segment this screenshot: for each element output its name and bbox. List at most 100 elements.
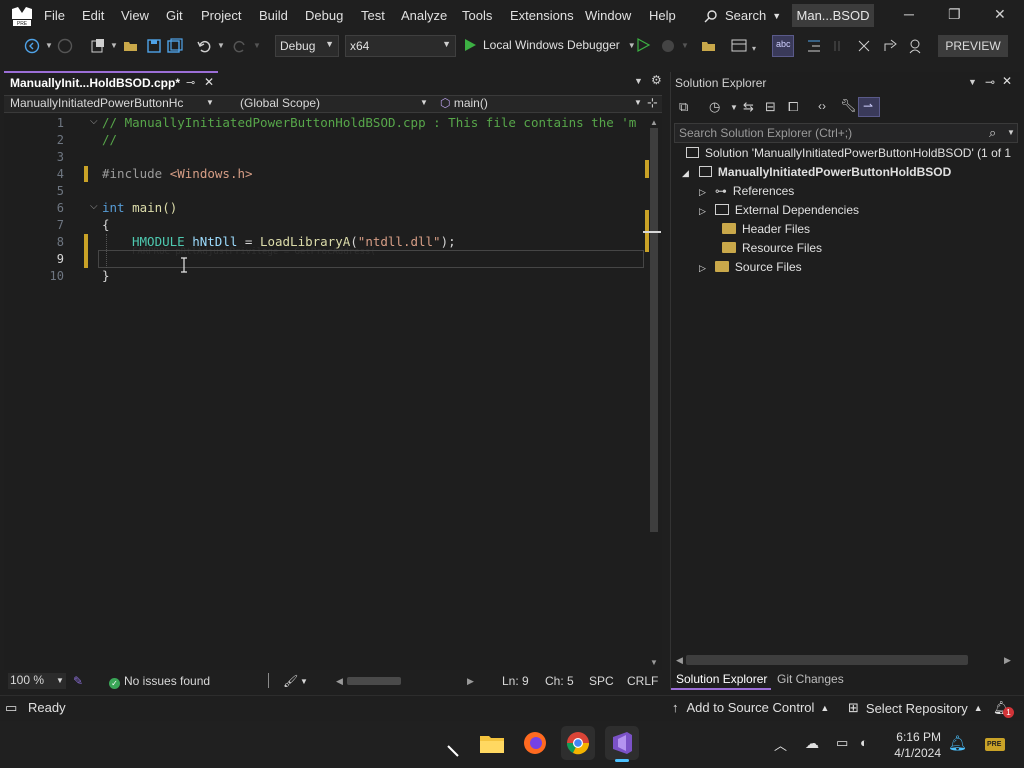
taskbar-date[interactable]: 4/1/2024: [883, 746, 941, 760]
chevron-down-icon[interactable]: ▼: [681, 41, 689, 50]
scroll-up-icon[interactable]: ▲: [650, 118, 658, 127]
tree-resource-files-node[interactable]: Resource Files: [722, 241, 822, 255]
layout-icon[interactable]: [731, 38, 747, 54]
close-tab-icon[interactable]: ✕: [204, 75, 214, 89]
tab-manuallyinitiated-cpp[interactable]: ManuallyInit...HoldBSOD.cpp* ⊸ ✕: [4, 71, 218, 93]
menu-build[interactable]: Build: [259, 8, 288, 23]
cloud-offline-icon[interactable]: ☁: [805, 735, 819, 752]
close-panel-icon[interactable]: ✕: [1002, 74, 1012, 88]
file-explorer-app[interactable]: [478, 729, 506, 757]
zoom-dropdown[interactable]: 100 % ▼: [8, 673, 66, 689]
visual-studio-pre-badge-icon[interactable]: PRE: [985, 738, 1005, 751]
scroll-left-icon[interactable]: ◀: [676, 655, 683, 666]
preview-selected-toggle[interactable]: ⇀: [858, 97, 880, 117]
tree-solution-node[interactable]: Solution 'ManuallyInitiatedPowerButtonHo…: [686, 146, 1011, 160]
open-folder-icon[interactable]: [123, 38, 139, 54]
horizontal-scrollbar-thumb[interactable]: [347, 677, 401, 685]
menu-edit[interactable]: Edit: [82, 8, 104, 23]
sync-icon[interactable]: ⇆: [743, 99, 754, 115]
menu-project[interactable]: Project: [201, 8, 241, 23]
hot-reload-icon[interactable]: [660, 38, 676, 54]
tab-git-changes[interactable]: Git Changes: [777, 672, 844, 686]
output-window-icon[interactable]: ▭: [5, 700, 17, 716]
navigate-forward-icon[interactable]: [57, 38, 73, 54]
notifications-button[interactable]: 🔔︎ 1: [993, 700, 1014, 718]
tree-references-node[interactable]: ▷ ⊶ References: [699, 184, 794, 198]
show-hidden-icons[interactable]: ︿: [774, 735, 787, 754]
start-without-debugging-icon[interactable]: [637, 38, 651, 52]
issues-indicator[interactable]: ✓ No issues found: [109, 674, 210, 689]
feedback-icon[interactable]: [908, 38, 924, 54]
chevron-down-icon[interactable]: ▼: [45, 41, 53, 50]
properties-wrench-icon[interactable]: 🔧︎: [840, 98, 857, 114]
scroll-right-icon[interactable]: ▶: [467, 676, 474, 687]
panel-options-icon[interactable]: ▼: [968, 77, 977, 87]
menu-extensions[interactable]: Extensions: [510, 8, 574, 23]
notification-bell-icon[interactable]: 🔔︎: [948, 734, 967, 752]
search-button[interactable]: Search ▼: [704, 8, 781, 23]
global-scope-dropdown[interactable]: (Global Scope) ▼: [236, 95, 432, 113]
scroll-left-icon[interactable]: ◀: [336, 676, 343, 687]
share-icon[interactable]: [883, 38, 899, 54]
horizontal-scrollbar-thumb[interactable]: [686, 655, 968, 665]
restore-icon[interactable]: ❐: [948, 6, 961, 23]
chevron-down-icon[interactable]: ▾: [752, 44, 756, 53]
spell-check-toggle[interactable]: abc: [772, 35, 794, 57]
menu-debug[interactable]: Debug: [305, 8, 343, 23]
close-icon[interactable]: ✕: [994, 6, 1006, 23]
network-icon[interactable]: ▭: [836, 735, 848, 751]
menu-file[interactable]: File: [44, 8, 65, 23]
platform-dropdown[interactable]: x64 ▼: [345, 35, 456, 57]
taskbar-time[interactable]: 6:16 PM: [883, 730, 941, 744]
pin-icon[interactable]: ⊸: [985, 75, 995, 89]
line-indicator[interactable]: Ln: 9: [502, 674, 529, 688]
collapse-all-icon[interactable]: ⊟: [765, 99, 776, 115]
select-repository-button[interactable]: ⊞ Select Repository ▲: [848, 700, 983, 716]
copilot-icon[interactable]: ✎: [73, 674, 83, 688]
start-debugging-button[interactable]: Local Windows Debugger ▼: [464, 38, 636, 52]
gear-icon[interactable]: ⚙: [651, 73, 662, 87]
comment-icon[interactable]: [856, 38, 872, 54]
preview-button[interactable]: PREVIEW: [938, 35, 1008, 57]
split-editor-icon[interactable]: ⊹: [647, 95, 658, 111]
brush-icon[interactable]: 🖌︎: [283, 674, 298, 688]
tree-header-files-node[interactable]: Header Files: [722, 222, 810, 236]
indent-icon[interactable]: [806, 38, 822, 54]
visual-studio-preview-logo[interactable]: PRE: [10, 5, 34, 27]
menu-git[interactable]: Git: [166, 8, 183, 23]
tab-solution-explorer[interactable]: Solution Explorer: [676, 672, 767, 686]
code-editor[interactable]: [4, 114, 662, 670]
chrome-app[interactable]: [561, 726, 595, 760]
tree-external-dependencies-node[interactable]: ▷ External Dependencies: [699, 203, 859, 217]
line-ending-indicator[interactable]: CRLF: [627, 674, 658, 688]
project-scope-dropdown[interactable]: ManuallyInitiatedPowerButtonHc ▼: [6, 95, 220, 113]
menu-window[interactable]: Window: [585, 8, 631, 23]
switch-views-icon[interactable]: ⧉: [679, 99, 688, 115]
volume-icon[interactable]: ◐: [860, 735, 868, 750]
folder-view-icon[interactable]: [701, 38, 717, 54]
chevron-down-icon[interactable]: ▼: [110, 41, 118, 50]
chevron-down-icon[interactable]: ▼: [253, 41, 261, 50]
visual-studio-preview-app[interactable]: [605, 726, 639, 762]
tree-source-files-node[interactable]: ▷ Source Files: [699, 260, 802, 274]
redo-icon[interactable]: [232, 38, 248, 54]
view-code-icon[interactable]: ‹›: [818, 99, 826, 113]
member-dropdown[interactable]: ⬡ main() ▼: [436, 95, 646, 113]
chevron-down-icon[interactable]: ▼: [217, 41, 225, 50]
outdent-icon[interactable]: [831, 38, 847, 54]
firefox-app[interactable]: [521, 729, 549, 757]
tab-overflow-icon[interactable]: ▼: [634, 76, 643, 86]
collapse-icon[interactable]: ⌵: [90, 201, 98, 212]
save-icon[interactable]: [146, 38, 162, 54]
configuration-dropdown[interactable]: Debug ▼: [275, 35, 339, 57]
pin-icon[interactable]: ⊸: [186, 76, 195, 89]
pending-changes-filter-icon[interactable]: ◷: [709, 99, 720, 115]
chevron-down-icon[interactable]: ▼: [300, 677, 308, 686]
solution-explorer-search[interactable]: Search Solution Explorer (Ctrl+;) ⌕ ▼: [674, 123, 1018, 143]
scrollbar-thumb[interactable]: [650, 128, 658, 532]
show-all-files-icon[interactable]: ⧠: [788, 99, 798, 115]
minimize-icon[interactable]: ─: [904, 6, 914, 22]
navigate-back-icon[interactable]: [24, 38, 40, 54]
menu-help[interactable]: Help: [649, 8, 676, 23]
tree-project-node[interactable]: ◢ ManuallyInitiatedPowerButtonHoldBSOD: [682, 165, 951, 179]
